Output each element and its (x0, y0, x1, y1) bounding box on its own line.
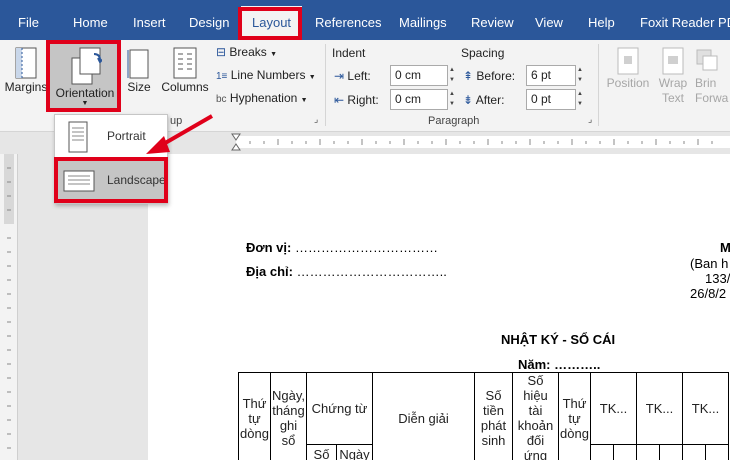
page-setup-dialog-launcher-icon[interactable]: ⌟ (314, 114, 318, 125)
position-label: Position (606, 76, 650, 90)
size-icon (127, 49, 149, 79)
indent-left-spinner[interactable]: ▲ ▼ (449, 65, 457, 86)
tk-2-co-cell (659, 444, 683, 460)
spacing-after-input[interactable]: 0 pt (526, 89, 576, 110)
orientation-option-landscape[interactable]: Landscape (57, 161, 167, 201)
orientation-chevron-icon: ▼ (81, 100, 89, 107)
indent-right-label: ⇤ Right: (334, 93, 379, 107)
header-stt: Thứ tự dòng (238, 372, 271, 460)
spacing-after-spinner[interactable]: ▲ ▼ (577, 89, 585, 110)
indent-right-input[interactable]: 0 cm (390, 89, 448, 110)
columns-icon (173, 47, 197, 79)
bring-forward-label-2: Forwa (695, 91, 729, 105)
spacing-title: Spacing (461, 46, 505, 60)
margins-label: Margins (4, 80, 48, 94)
don-vi-line: Đơn vị: …………………………… (246, 240, 438, 255)
orientation-icon (71, 47, 102, 85)
header-ngay: Ngày (336, 444, 373, 460)
orientation-button[interactable]: Orientation ▼ (50, 42, 120, 108)
size-label: Size (127, 80, 151, 94)
orientation-dropdown: Portrait Landscape (54, 114, 168, 204)
landscape-icon (63, 170, 95, 192)
hyphenation-button[interactable]: bc Hyphenation ▼ (216, 91, 308, 105)
document-page[interactable]: Đơn vị: …………………………… Địa chỉ: ……………………………… (148, 154, 730, 460)
form-note-line-3: 26/8/2 (690, 286, 727, 301)
ribbon-separator (325, 44, 326, 126)
margins-icon (15, 47, 37, 79)
page-setup-group-label: up (170, 115, 183, 127)
wrap-text-button[interactable]: Wrap Text (655, 46, 691, 106)
hyphenation-icon: bc (216, 94, 227, 105)
tk-1-co-cell (613, 444, 637, 460)
indent-right-spinner[interactable]: ▲ ▼ (449, 89, 457, 110)
breaks-label: Breaks (229, 45, 267, 59)
portrait-label: Portrait (107, 129, 146, 143)
line-numbers-icon: 1≡ (216, 71, 228, 82)
hyphenation-chevron-icon: ▼ (300, 97, 308, 104)
breaks-icon: ⊟ (216, 45, 227, 59)
ledger-table: Thứ tự dòng Ngày, tháng ghi sổ Chứng từ Diễn … (238, 371, 729, 460)
orientation-label: Orientation (55, 86, 115, 100)
tab-layout[interactable]: Layout (241, 6, 303, 40)
hyphenation-label: Hyphenation (229, 91, 298, 105)
wrap-text-label-2: Text (661, 91, 684, 105)
paragraph-dialog-launcher-icon[interactable]: ⌟ (588, 114, 592, 125)
ribbon-separator (598, 44, 599, 126)
document-title: NHẬT KÝ - SỔ CÁI (501, 332, 616, 347)
paragraph-group-label: Paragraph (428, 115, 480, 127)
bring-forward-icon (696, 49, 718, 71)
wrap-text-icon (662, 47, 684, 75)
header-tk-1: TK... (590, 371, 637, 446)
spacing-before-spinner[interactable]: ▲ ▼ (577, 65, 585, 86)
orientation-option-portrait[interactable]: Portrait (57, 117, 167, 157)
tk-3-co-cell (705, 444, 729, 460)
header-tk-2: TK... (636, 371, 683, 446)
header-ngay-ghi-so: Ngày, tháng ghi sổ (270, 372, 307, 460)
tk-3-no-cell (682, 444, 706, 460)
indent-left-input[interactable]: 0 cm (390, 65, 448, 86)
size-button[interactable]: Size (124, 46, 154, 94)
bring-forward-button[interactable]: Brin Forwa (695, 46, 730, 106)
form-code-text: M (720, 240, 730, 255)
position-button[interactable]: Position (604, 46, 652, 90)
form-note-line-1: (Ban h (690, 256, 729, 271)
header-so-hieu-tk: Số hiệu tài khoản đối ứng (512, 372, 559, 460)
header-tk-3: TK... (682, 371, 729, 446)
indent-left-label: ⇥ Left: (334, 69, 371, 83)
spacing-before-label: ⇞ Before: (463, 69, 516, 83)
margins-button[interactable]: Margins (4, 46, 48, 94)
tk-2-no-cell (636, 444, 660, 460)
line-numbers-label: Line Numbers (230, 68, 306, 82)
wrap-text-label-1: Wrap (658, 76, 688, 90)
columns-button[interactable]: Columns (158, 46, 212, 94)
bring-forward-label-1: Brin (695, 76, 717, 90)
breaks-chevron-icon: ▼ (270, 51, 278, 58)
header-chung-tu: Chứng từ (306, 371, 373, 446)
line-numbers-chevron-icon: ▼ (308, 74, 316, 81)
tk-1-no-cell (590, 444, 614, 460)
spacing-before-input[interactable]: 6 pt (526, 65, 576, 86)
header-so-tien: Số tiền phát sinh (474, 372, 513, 460)
header-dien-giai: Diễn giải (372, 372, 475, 460)
year-line: Năm: ……….. (518, 357, 601, 372)
breaks-button[interactable]: ⊟ Breaks ▼ (216, 45, 277, 59)
dia-chi-line: Địa chỉ: …………………………….. (246, 264, 447, 279)
indent-title: Indent (332, 46, 366, 60)
spacing-after-label: ⇟ After: (463, 93, 505, 107)
header-so: Số (306, 444, 337, 460)
form-note-line-2: 133/ (705, 271, 730, 286)
header-stt-2: Thứ tự dòng (558, 372, 591, 460)
landscape-label: Landscape (107, 173, 166, 187)
vertical-ruler-ticks (4, 154, 14, 449)
line-numbers-button[interactable]: 1≡ Line Numbers ▼ (216, 68, 316, 82)
portrait-icon (68, 121, 88, 153)
vertical-ruler[interactable] (0, 154, 18, 460)
position-icon (617, 47, 639, 75)
columns-label: Columns (161, 80, 209, 94)
